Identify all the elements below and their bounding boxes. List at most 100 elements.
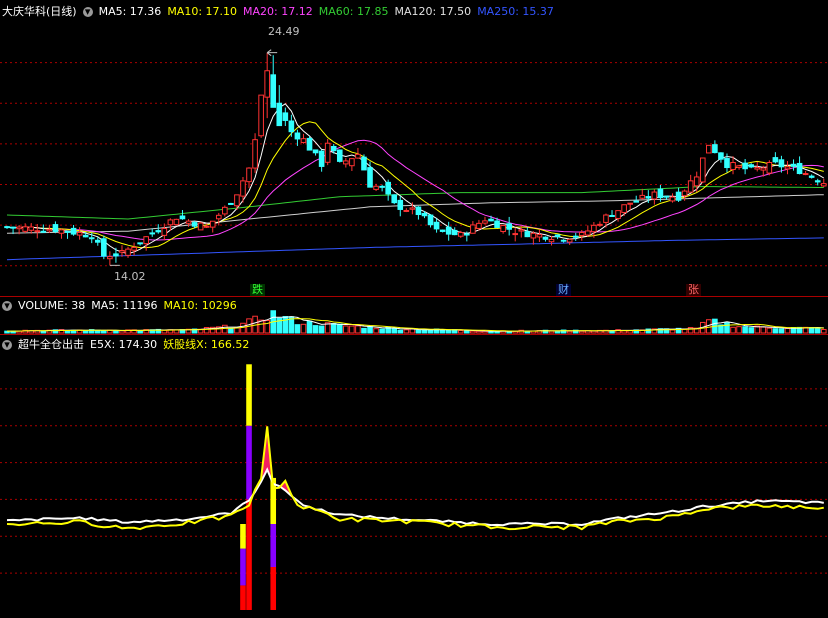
candle-body (784, 166, 791, 170)
volume-bar (415, 329, 422, 334)
candle-body (16, 226, 22, 230)
signal-column (240, 585, 246, 610)
event-marker-die[interactable]: 跌 (250, 284, 265, 296)
indicator-e5x-line (6, 467, 824, 527)
volume-bar (119, 330, 125, 334)
candle-body (476, 222, 482, 229)
volume-bar (355, 325, 361, 334)
candle-body (675, 191, 682, 201)
candle-body (113, 253, 119, 257)
candle-body (585, 230, 591, 236)
signal-column (246, 425, 252, 500)
candle-body (324, 142, 331, 163)
candle-body (258, 94, 264, 137)
candle-body (488, 218, 494, 222)
indicator-yao-label: 妖股线X: 166.52 (163, 338, 250, 351)
candle-body (94, 239, 101, 243)
volume-title: VOLUME: 38 (18, 299, 86, 312)
candle-body (306, 137, 313, 151)
candle-body (222, 206, 228, 215)
volume-bar (361, 327, 367, 334)
candle-body (609, 214, 615, 217)
settings-icon[interactable]: ▾ (2, 339, 12, 350)
candle-body (802, 173, 809, 176)
signal-column (270, 524, 277, 567)
candle-body (512, 233, 519, 236)
volume-bar (482, 330, 488, 334)
candle-body (415, 206, 422, 216)
candle-body (276, 102, 283, 127)
candle-body (524, 231, 531, 238)
volume-bar (669, 329, 676, 334)
candle-body (234, 194, 240, 207)
volume-bar (306, 320, 313, 334)
ma60-line (6, 185, 824, 220)
event-marker-zhang[interactable]: 张 (686, 284, 701, 296)
volume-bar (240, 322, 246, 334)
candle-body (403, 209, 410, 212)
volume-bar (548, 330, 555, 334)
candle-body (500, 224, 506, 233)
volume-bar (101, 330, 107, 334)
panel-divider-1 (0, 296, 828, 297)
settings-icon[interactable]: ▾ (2, 300, 12, 311)
candle-body (808, 175, 815, 178)
event-marker-cai[interactable]: 财 (556, 284, 571, 296)
candle-body (506, 223, 512, 230)
candle-body (385, 181, 391, 195)
volume-bar (470, 330, 476, 334)
candle-body (64, 230, 71, 233)
volume-bar (476, 330, 482, 334)
candle-body (566, 238, 573, 243)
volume-bar (264, 320, 270, 334)
candle-body (203, 225, 210, 228)
volume-bar (464, 330, 470, 334)
candle-body (125, 248, 131, 256)
settings-icon[interactable]: ▾ (82, 6, 93, 17)
candle-body (355, 153, 361, 159)
indicator-title: 超牛全仓出击 (18, 338, 84, 351)
candle-body (451, 229, 458, 236)
candle-body (736, 165, 742, 168)
volume-bar (40, 330, 47, 334)
candle-body (82, 234, 89, 238)
ma10-label: MA10: 17.10 (167, 5, 238, 18)
candle-body (730, 162, 736, 171)
candle-body (209, 220, 216, 228)
volume-bar (228, 327, 234, 334)
volume-bar (439, 329, 446, 334)
candle-body (137, 242, 143, 245)
candle-body (518, 229, 525, 232)
candle-body (252, 139, 258, 169)
candle-body (88, 237, 95, 240)
volume-bar (403, 329, 410, 334)
candle-body (46, 229, 53, 232)
candle-body (645, 196, 652, 199)
volume-bar (736, 326, 742, 334)
candle-body (742, 162, 748, 170)
candle-body (288, 120, 295, 133)
volume-bar (161, 329, 168, 334)
candle-body (367, 167, 373, 188)
candle-body (687, 180, 694, 193)
candle-body (712, 144, 718, 154)
candle-body (343, 160, 349, 165)
volume-bar (397, 329, 404, 334)
candle-body (349, 158, 355, 167)
ma5-label: MA5: 17.36 (98, 5, 162, 18)
ma60-label: MA60: 17.85 (318, 5, 389, 18)
candle-body (270, 74, 277, 108)
volume-ma5-label: MA5: 11196 (91, 299, 158, 312)
candle-body (101, 238, 107, 257)
high-price-pointer (266, 49, 278, 57)
volume-bar (282, 316, 289, 334)
indicator-yao-line (6, 426, 824, 531)
volume-ma10-label: MA10: 10296 (163, 299, 237, 312)
candle-body (790, 163, 797, 167)
candle-body (591, 224, 597, 233)
volume-bar (343, 325, 349, 334)
price-header: 大庆华科(日线) ▾ MA5: 17.36 MA10: 17.10 MA20: … (0, 4, 554, 20)
stock-title: 大庆华科(日线) (2, 5, 77, 18)
candle-body (379, 185, 385, 188)
candle-body (633, 200, 640, 203)
